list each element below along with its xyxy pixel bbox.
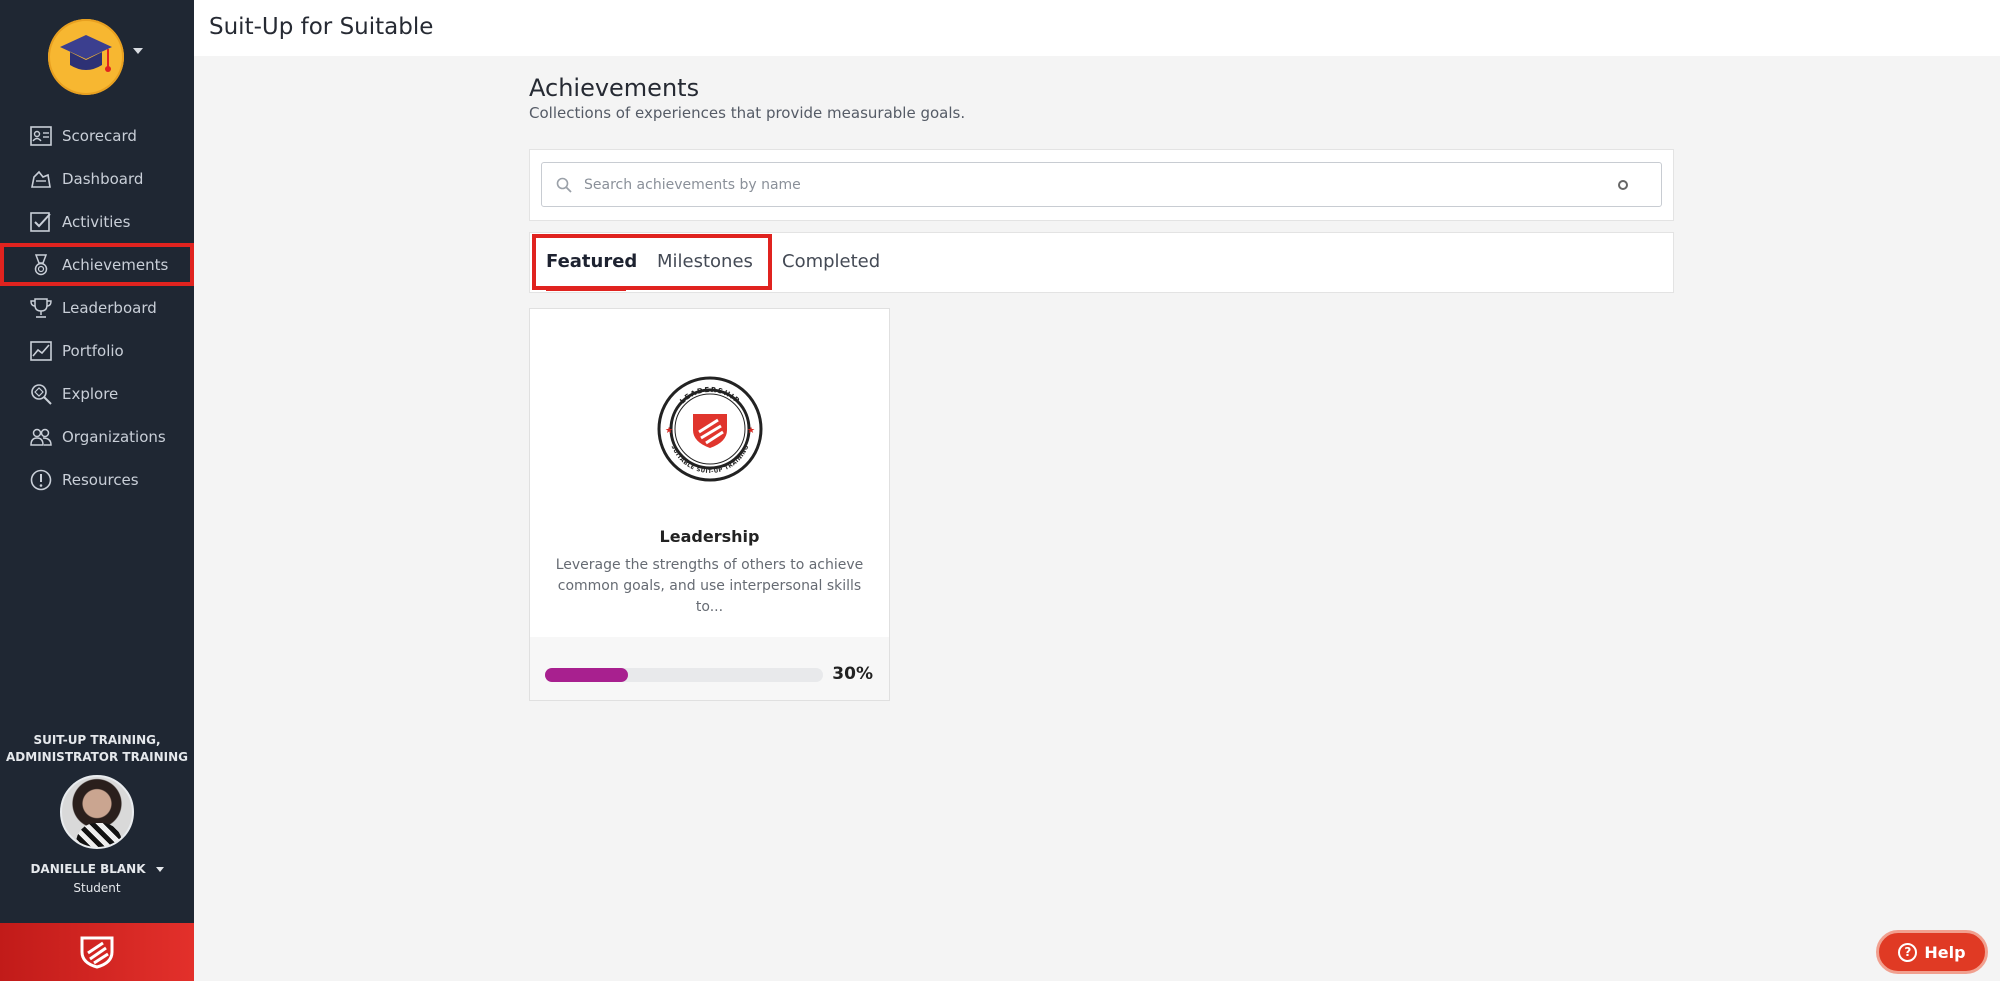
people-icon: [30, 426, 52, 448]
progress-percent: 30%: [832, 664, 873, 684]
sidebar-item-label: Organizations: [62, 427, 166, 446]
scorecard-icon: [30, 125, 52, 147]
brand-footer: [0, 923, 194, 981]
top-bar: Suit-Up for Suitable: [194, 0, 2000, 56]
tabs-bar: Featured Milestones Completed: [529, 232, 1674, 293]
sidebar-item-activities[interactable]: Activities: [0, 200, 194, 243]
sidebar-item-label: Dashboard: [62, 169, 144, 188]
clear-search-icon[interactable]: [1618, 180, 1628, 190]
graduation-cap-icon: [60, 35, 112, 72]
sidebar-item-scorecard[interactable]: Scorecard: [0, 114, 194, 157]
checkbox-icon: [30, 211, 52, 233]
app-title: Suit-Up for Suitable: [209, 14, 434, 40]
chevron-down-icon[interactable]: [133, 48, 143, 54]
achievement-card[interactable]: LEADERSHIP SUITABLE SUIT-UP TRAINING ★ ★…: [529, 308, 890, 701]
question-icon: ?: [1898, 942, 1918, 962]
avatar[interactable]: [60, 775, 134, 849]
achievement-progress: 30%: [530, 637, 889, 700]
search-input[interactable]: [584, 173, 1584, 197]
sidebar-item-portfolio[interactable]: Portfolio: [0, 329, 194, 372]
sidebar-item-label: Leaderboard: [62, 298, 157, 317]
dashboard-icon: [30, 168, 52, 190]
org-label-line-2: ADMINISTRATOR TRAINING: [6, 750, 188, 764]
sidebar-item-label: Explore: [62, 384, 119, 403]
search-box[interactable]: [541, 162, 1662, 207]
help-button[interactable]: ? Help: [1876, 930, 1988, 974]
info-icon: [30, 469, 52, 491]
leadership-badge-icon: LEADERSHIP SUITABLE SUIT-UP TRAINING ★ ★: [657, 376, 763, 482]
page-title: Achievements: [529, 74, 700, 102]
tab-completed[interactable]: Completed: [782, 251, 880, 272]
page-subtitle: Collections of experiences that provide …: [529, 104, 966, 122]
sidebar-item-label: Resources: [62, 470, 139, 489]
app-logo[interactable]: [48, 19, 124, 95]
sidebar-item-achievements[interactable]: Achievements: [0, 243, 194, 286]
sidebar-item-organizations[interactable]: Organizations: [0, 415, 194, 458]
explore-icon: [30, 383, 52, 405]
achievement-description: Leverage the strengths of others to achi…: [555, 557, 864, 615]
search-icon: [556, 177, 572, 197]
svg-text:★: ★: [665, 426, 673, 436]
sidebar-item-resources[interactable]: Resources: [0, 458, 194, 501]
user-role: Student: [73, 881, 121, 895]
sidebar-item-dashboard[interactable]: Dashboard: [0, 157, 194, 200]
progress-bar: [545, 668, 823, 682]
sidebar-item-label: Achievements: [62, 255, 169, 274]
search-card: [529, 149, 1674, 221]
user-menu[interactable]: DANIELLE BLANK: [0, 862, 194, 876]
svg-text:★: ★: [747, 426, 755, 436]
sidebar: Scorecard Dashboard Activities Achieveme…: [0, 0, 194, 981]
sidebar-item-label: Portfolio: [62, 341, 124, 360]
user-name: DANIELLE BLANK: [30, 862, 146, 876]
org-label-line-1: SUIT-UP TRAINING,: [33, 733, 161, 747]
sidebar-item-leaderboard[interactable]: Leaderboard: [0, 286, 194, 329]
organization-label: SUIT-UP TRAINING, ADMINISTRATOR TRAINING: [0, 732, 194, 766]
progress-bar-fill: [545, 668, 629, 682]
chevron-down-icon: [155, 867, 164, 872]
help-label: Help: [1924, 942, 1966, 962]
sidebar-nav: Scorecard Dashboard Activities Achieveme…: [0, 114, 194, 501]
shield-logo-icon: [80, 936, 114, 969]
tabs-highlight-box: [532, 234, 772, 290]
sidebar-item-label: Activities: [62, 212, 131, 231]
medal-icon: [30, 253, 52, 276]
sidebar-item-label: Scorecard: [62, 126, 137, 145]
sidebar-item-explore[interactable]: Explore: [0, 372, 194, 415]
achievement-title: Leadership: [659, 527, 760, 546]
trophy-icon: [30, 297, 52, 319]
chart-icon: [30, 340, 52, 362]
